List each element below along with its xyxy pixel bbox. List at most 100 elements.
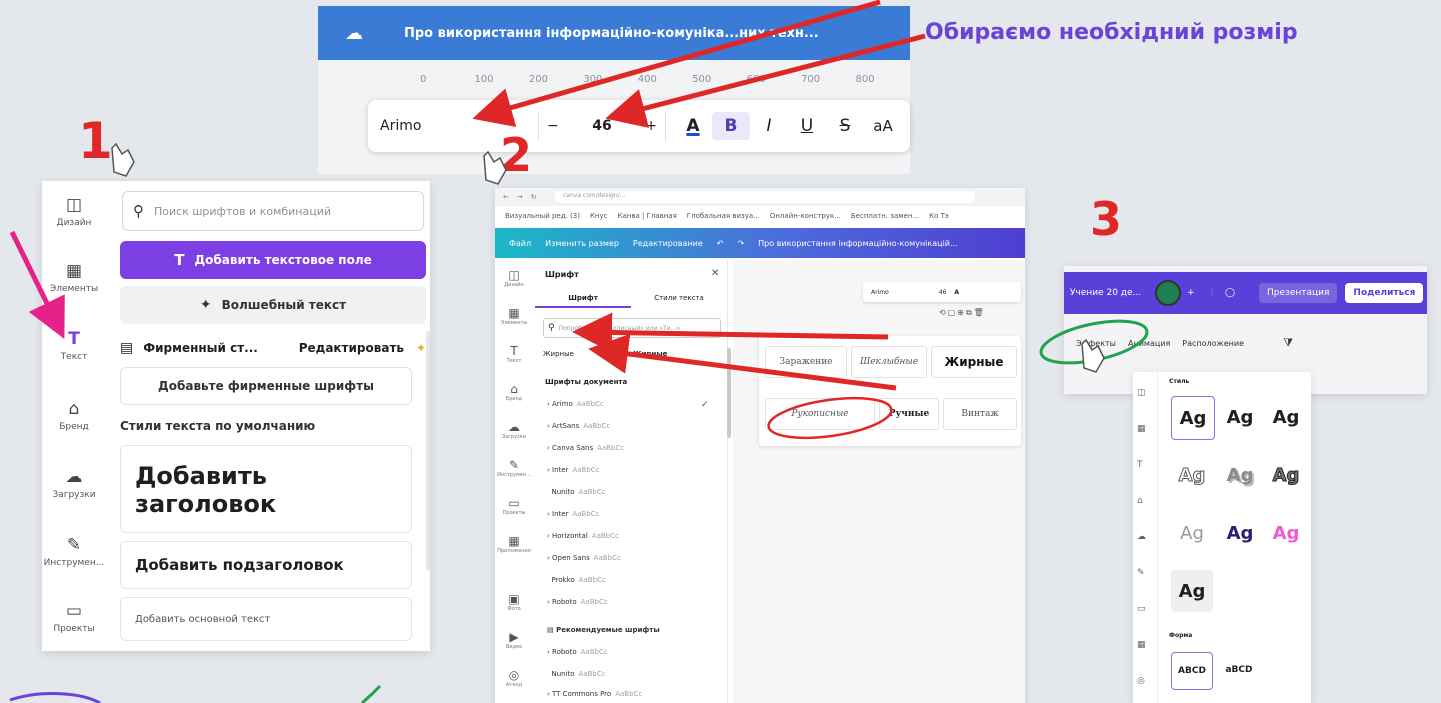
bookmark-item[interactable]: Канва | Главная	[618, 212, 677, 220]
add-subheading-card[interactable]: Добавить подзаголовок	[120, 541, 412, 589]
font-list-item[interactable]: Prokko AaBbCc	[547, 576, 605, 584]
effect-glitch-tile[interactable]: Ag	[1219, 512, 1261, 554]
rail-item-uploads[interactable]: ☁ Загрузки	[495, 420, 533, 440]
add-body-text-card[interactable]: Добавить основной текст	[120, 597, 412, 641]
shape-none-tile[interactable]: ABCD	[1171, 652, 1213, 690]
brand-kit-label[interactable]: Фирменный ст...	[143, 341, 258, 355]
rail-item-apps[interactable]: ▦ Приложения	[495, 534, 533, 554]
effect-neon-tile[interactable]: Ag	[1265, 512, 1307, 554]
font-list-item[interactable]: › Inter AaBbCc	[547, 510, 600, 518]
rail-item-uploads[interactable]: ☁ Загрузки	[42, 467, 106, 500]
text-color-button[interactable]: A	[954, 289, 959, 296]
italic-button[interactable]: I	[750, 116, 788, 136]
style-chip[interactable]: Шеклыбные	[851, 346, 927, 378]
tab-font[interactable]: Шрифт	[535, 290, 631, 308]
font-list-scrollbar[interactable]	[727, 348, 731, 438]
magic-text-button[interactable]: ✦ Волшебный текст	[120, 286, 426, 324]
present-button[interactable]: Презентация	[1259, 283, 1338, 303]
font-family-select[interactable]: Arimo	[871, 289, 889, 296]
rail-item-uploads[interactable]: ☁	[1137, 532, 1146, 542]
effect-splice-tile[interactable]: Ag	[1219, 454, 1261, 496]
style-chip[interactable]: Заражение	[765, 346, 847, 378]
font-size-input[interactable]: 46	[939, 289, 947, 296]
avatar[interactable]	[1155, 280, 1182, 306]
rail-item-elements[interactable]: ▦	[1137, 424, 1146, 434]
effect-shadow-tile[interactable]: Ag	[1219, 396, 1261, 438]
effect-echo-tile[interactable]: Ag	[1171, 512, 1213, 554]
effect-background-tile[interactable]: Ag	[1171, 570, 1213, 612]
shape-curve-tile[interactable]: aBCD	[1219, 652, 1259, 688]
rail-item-elements[interactable]: ▦ Элементы	[42, 261, 106, 294]
document-title[interactable]: Про використання інформаційно-комунікаці…	[758, 239, 958, 248]
cloud-saved-icon[interactable]: ☁	[334, 23, 374, 44]
undo-icon[interactable]: ↶	[717, 239, 724, 248]
position-button[interactable]: Расположение	[1182, 339, 1244, 348]
font-list-item[interactable]: › Inter AaBbCc	[547, 466, 600, 474]
style-chip[interactable]: Винтаж	[943, 398, 1017, 430]
bookmark-item[interactable]: Кнус	[590, 212, 608, 220]
rail-item-ai[interactable]: ◎	[1137, 676, 1145, 686]
style-chip[interactable]: Ручные	[879, 398, 939, 430]
filter-chip-bold[interactable]: Жирные	[633, 350, 697, 358]
stats-icon[interactable]: ⫶	[1211, 288, 1213, 298]
rail-item-text[interactable]: T	[1137, 460, 1143, 470]
rail-item-tools[interactable]: ✎ Инструмен...	[42, 535, 106, 568]
bookmark-item[interactable]: Ко Тэ	[929, 212, 949, 220]
rail-item-elements[interactable]: ▦ Элементы	[495, 306, 533, 326]
rail-item-projects[interactable]: ▭	[1137, 604, 1146, 614]
font-list-item[interactable]: Nunito AaBbCc	[547, 488, 605, 496]
brand-edit-link[interactable]: Редактировать	[299, 341, 404, 355]
letter-case-button[interactable]: aA	[864, 117, 902, 135]
rail-item-brand[interactable]: ⌂ Бренд	[42, 399, 106, 432]
tab-text-styles[interactable]: Стили текста	[631, 290, 727, 308]
font-list-item[interactable]: › ArtSans AaBbCc	[547, 422, 610, 430]
redo-icon[interactable]: ↷	[737, 239, 744, 248]
animation-button[interactable]: Анимация	[1128, 339, 1170, 348]
bookmark-item[interactable]: Бесплатн. замен...	[851, 212, 919, 220]
document-title[interactable]: Про використання інформаційно-комуніка..…	[404, 26, 819, 41]
rail-item-projects[interactable]: ▭ Проекты	[495, 496, 533, 516]
rail-item-brand[interactable]: ⌂ Бренд	[495, 382, 533, 402]
url-field[interactable]: canva.com/design/...	[555, 191, 975, 203]
rail-item-projects[interactable]: ▭ Проекты	[42, 601, 106, 634]
bookmark-item[interactable]: Визуальный ред. (3)	[505, 212, 580, 220]
add-text-box-button[interactable]: T Добавить текстовое поле	[120, 241, 426, 279]
menu-file[interactable]: Файл	[509, 239, 531, 248]
rail-item-ai-code[interactable]: ◎ Ai-код	[495, 668, 533, 688]
filter-chip[interactable]: Жирные	[543, 350, 603, 358]
rail-item-text[interactable]: T Текст	[495, 344, 533, 364]
font-list-item[interactable]: › TT Commons Pro AaBbCc	[547, 690, 642, 698]
font-size-increase-button[interactable]: +	[645, 118, 657, 134]
add-collaborator-icon[interactable]: +	[1187, 288, 1195, 298]
document-title[interactable]: Учение 20 де...	[1070, 288, 1141, 298]
panel-scrollbar[interactable]	[426, 331, 430, 571]
style-chip-handwritten[interactable]: Рукописные	[765, 398, 875, 430]
strikethrough-button[interactable]: S	[826, 116, 864, 136]
bookmark-item[interactable]: Онлайн-конструк...	[770, 212, 841, 220]
rail-item-design[interactable]: ◫	[1137, 388, 1146, 398]
canvas-actions[interactable]: ⟲▢⊕⧉🗑	[939, 308, 986, 318]
filter-icon[interactable]: ⧩	[1283, 336, 1293, 350]
forward-icon[interactable]: →	[517, 193, 523, 201]
style-chip-bold[interactable]: Жирные	[931, 346, 1017, 378]
font-size-decrease-button[interactable]: −	[547, 118, 559, 134]
add-heading-card[interactable]: Добавить заголовок	[120, 445, 412, 533]
bookmark-item[interactable]: Глобальная визуа...	[687, 212, 760, 220]
bold-button[interactable]: B	[712, 112, 750, 140]
rail-item-brand[interactable]: ⌂	[1137, 496, 1143, 506]
rail-item-design[interactable]: ◫ Дизайн	[42, 195, 106, 228]
rail-item-text[interactable]: T Текст	[42, 329, 106, 362]
font-list-item[interactable]: Nunito AaBbCc	[547, 670, 605, 678]
font-list-item[interactable]: › Open Sans AaBbCc	[547, 554, 621, 562]
font-list-item[interactable]: › Arimo AaBbCc	[547, 400, 604, 408]
effect-hollow-tile[interactable]: Ag	[1171, 454, 1213, 496]
font-list-item[interactable]: › Horizontal AaBbCc	[547, 532, 619, 540]
rail-item-photos[interactable]: ▣ Фото	[495, 592, 533, 612]
text-color-button[interactable]: A	[674, 116, 712, 136]
font-list-item[interactable]: › Roboto AaBbCc	[547, 648, 608, 656]
font-search-input[interactable]: ⚲ Попробуйте «Рукописный» или «Ти...»	[543, 318, 721, 338]
rail-item-tools[interactable]: ✎ Инструмен...	[495, 458, 533, 478]
reload-icon[interactable]: ↻	[531, 193, 537, 201]
share-button[interactable]: Поделиться	[1345, 283, 1424, 303]
font-size-input[interactable]: 46	[592, 118, 611, 134]
